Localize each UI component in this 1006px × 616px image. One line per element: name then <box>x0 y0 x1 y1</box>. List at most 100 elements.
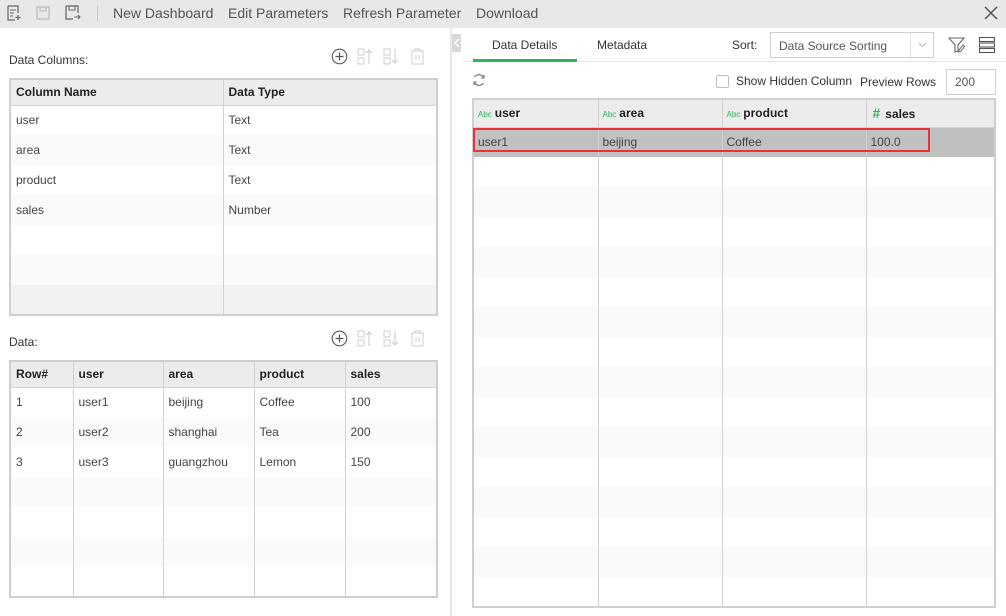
table-row-selected[interactable]: user1 beijing Coffee 100.0 <box>474 127 994 157</box>
cell[interactable]: 1 <box>10 387 74 417</box>
data-actions <box>331 330 426 347</box>
empty-cell <box>474 577 599 606</box>
chevron-down-icon[interactable] <box>910 33 933 57</box>
empty-cell <box>474 457 599 487</box>
cell[interactable]: 2 <box>10 417 74 447</box>
empty-cell <box>866 307 994 337</box>
table-row[interactable]: user Text <box>10 105 438 135</box>
header-user[interactable]: user <box>73 361 164 388</box>
column-header-name[interactable]: Column Name <box>10 79 224 106</box>
cell[interactable]: beijing <box>163 387 255 417</box>
column-name-cell[interactable]: user <box>10 105 224 135</box>
empty-row <box>474 517 994 547</box>
table-row[interactable]: sales Number <box>10 195 438 225</box>
refresh-icon[interactable] <box>472 73 488 89</box>
add-icon[interactable] <box>331 48 348 65</box>
refresh-parameter-link[interactable]: Refresh Parameter <box>343 5 461 21</box>
column-name-cell[interactable]: area <box>10 135 224 165</box>
move-up-icon[interactable] <box>357 48 374 65</box>
list-menu-icon[interactable] <box>978 36 996 54</box>
table-row[interactable]: 1 user1 beijing Coffee 100 <box>10 387 438 417</box>
empty-row <box>474 427 994 457</box>
cell[interactable]: 3 <box>10 447 74 477</box>
empty-row <box>474 307 994 337</box>
show-hidden-column-checkbox[interactable]: Show Hidden Column <box>716 74 852 88</box>
cell[interactable]: user1 <box>73 387 164 417</box>
cell[interactable]: user1 <box>474 127 599 157</box>
cell[interactable]: user3 <box>73 447 164 477</box>
column-header-type[interactable]: Data Type <box>223 79 438 106</box>
grid-header-sales[interactable]: # sales <box>866 100 994 128</box>
empty-cell <box>163 567 255 597</box>
empty-cell <box>474 337 599 367</box>
data-type-cell[interactable]: Text <box>223 105 438 135</box>
cell[interactable]: 200 <box>345 417 438 447</box>
data-type-cell[interactable]: Text <box>223 165 438 195</box>
empty-cell <box>598 307 723 337</box>
cell[interactable]: 100 <box>345 387 438 417</box>
empty-cell <box>73 477 164 507</box>
move-down-icon[interactable] <box>383 330 400 347</box>
data-type-cell[interactable]: Text <box>223 135 438 165</box>
header-product[interactable]: product <box>254 361 346 388</box>
empty-cell <box>223 285 438 315</box>
delete-icon[interactable] <box>409 48 426 65</box>
save-icon[interactable] <box>35 4 51 22</box>
table-row[interactable]: 3 user3 guangzhou Lemon 150 <box>10 447 438 477</box>
checkbox[interactable] <box>716 74 729 88</box>
table-row[interactable]: product Text <box>10 165 438 195</box>
column-name-cell[interactable]: sales <box>10 195 224 225</box>
header-row-number[interactable]: Row# <box>10 361 74 388</box>
download-link[interactable]: Download <box>476 5 538 21</box>
cell[interactable]: 100.0 <box>866 127 994 157</box>
move-down-icon[interactable] <box>383 48 400 65</box>
empty-row <box>10 537 438 567</box>
empty-cell <box>254 537 346 567</box>
data-details-grid: Abc user Abc area Abc product # sales user1 … <box>472 98 996 608</box>
table-row[interactable]: area Text <box>10 135 438 165</box>
cell[interactable]: 150 <box>345 447 438 477</box>
header-sales[interactable]: sales <box>345 361 438 388</box>
empty-cell <box>474 187 599 217</box>
cell[interactable]: Tea <box>254 417 346 447</box>
delete-icon[interactable] <box>409 330 426 347</box>
empty-cell <box>345 507 438 537</box>
preview-rows-input[interactable] <box>946 69 996 95</box>
add-icon[interactable] <box>331 330 348 347</box>
preview-rows-label: Preview Rows <box>860 75 937 89</box>
cell[interactable]: Lemon <box>254 447 346 477</box>
data-type-cell[interactable]: Number <box>223 195 438 225</box>
filter-icon[interactable] <box>947 36 966 54</box>
tab-metadata[interactable]: Metadata <box>597 38 647 52</box>
text-type-icon: Abc <box>602 110 617 120</box>
sort-select[interactable]: Data Source Sorting <box>770 32 934 58</box>
empty-cell <box>722 277 867 307</box>
move-up-icon[interactable] <box>357 330 374 347</box>
close-icon[interactable] <box>982 4 1000 22</box>
cell[interactable]: Coffee <box>254 387 346 417</box>
grid-header-product[interactable]: Abc product <box>722 100 867 128</box>
empty-row <box>474 337 994 367</box>
new-dashboard-link[interactable]: New Dashboard <box>113 5 213 21</box>
column-name-cell[interactable]: product <box>10 165 224 195</box>
save-as-icon[interactable] <box>65 4 81 22</box>
empty-row <box>10 225 438 255</box>
header-area[interactable]: area <box>163 361 255 388</box>
tab-data-details[interactable]: Data Details <box>492 38 557 52</box>
cell[interactable]: shanghai <box>163 417 255 447</box>
cell[interactable]: Coffee <box>722 127 867 157</box>
empty-cell <box>866 157 994 187</box>
empty-cell <box>866 577 994 606</box>
edit-parameters-link[interactable]: Edit Parameters <box>228 5 328 21</box>
empty-cell <box>598 277 723 307</box>
cell[interactable]: user2 <box>73 417 164 447</box>
grid-header-area[interactable]: Abc area <box>598 100 723 128</box>
collapse-panel-button[interactable] <box>452 34 461 52</box>
number-type-icon: # <box>872 105 881 122</box>
table-row[interactable]: 2 user2 shanghai Tea 200 <box>10 417 438 447</box>
new-document-icon[interactable] <box>6 4 22 22</box>
grid-header-user[interactable]: Abc user <box>474 100 599 128</box>
panel-splitter[interactable] <box>450 28 452 616</box>
cell[interactable]: beijing <box>598 127 723 157</box>
cell[interactable]: guangzhou <box>163 447 255 477</box>
